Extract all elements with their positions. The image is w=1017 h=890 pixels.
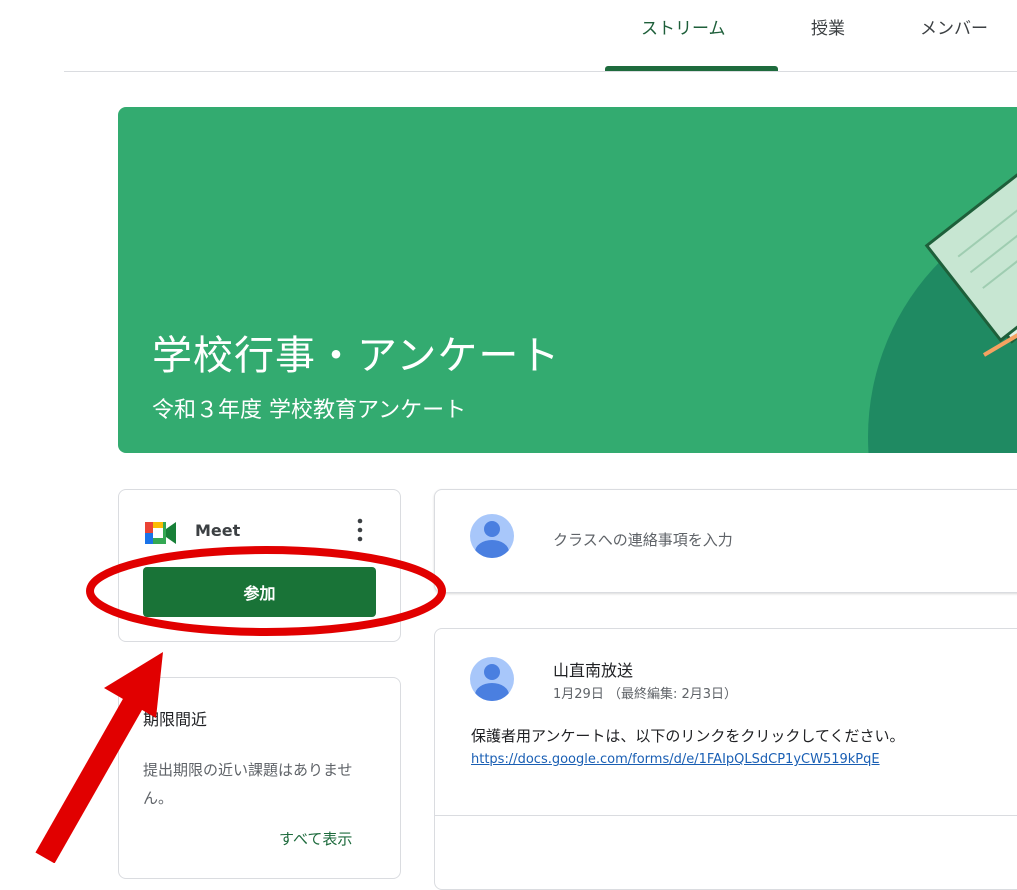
upcoming-title: 期限間近 bbox=[143, 710, 208, 729]
view-all-link[interactable]: すべて表示 bbox=[279, 828, 352, 849]
post-author: 山直南放送 bbox=[553, 661, 634, 680]
announce-placeholder[interactable]: クラスへの連絡事項を入力 bbox=[553, 529, 733, 550]
tab-classwork[interactable]: 授業 bbox=[811, 14, 845, 39]
class-subtitle: 令和３年度 学校教育アンケート bbox=[152, 398, 467, 423]
tab-stream[interactable]: ストリーム bbox=[641, 14, 726, 39]
google-meet-icon bbox=[145, 522, 176, 544]
tab-members[interactable]: メンバー bbox=[920, 14, 988, 39]
post-divider bbox=[435, 815, 1017, 816]
more-vert-icon[interactable] bbox=[354, 516, 366, 544]
post-body: 保護者用アンケートは、以下のリンクをクリックしてください。 bbox=[471, 727, 905, 745]
stream-post: 山直南放送 1月29日 （最終編集: 2月3日） 保護者用アンケートは、以下のリ… bbox=[434, 628, 1017, 890]
nav-divider bbox=[64, 71, 1017, 72]
avatar bbox=[470, 657, 514, 701]
avatar bbox=[470, 514, 514, 558]
upcoming-card: 期限間近 提出期限の近い課題はありません。 すべて表示 bbox=[118, 677, 401, 879]
meet-card: Meet 参加 bbox=[118, 489, 401, 642]
post-date: 1月29日 （最終編集: 2月3日） bbox=[553, 687, 737, 702]
top-nav: ストリーム 授業 メンバー bbox=[0, 0, 1017, 72]
class-banner: 学校行事・アンケート 令和３年度 学校教育アンケート bbox=[118, 107, 1017, 453]
class-title: 学校行事・アンケート bbox=[152, 333, 561, 379]
meet-label: Meet bbox=[195, 521, 241, 540]
meet-join-button[interactable]: 参加 bbox=[143, 567, 376, 617]
announce-box[interactable]: クラスへの連絡事項を入力 bbox=[434, 489, 1017, 593]
post-link[interactable]: https://docs.google.com/forms/d/e/1FAIpQ… bbox=[471, 752, 880, 767]
upcoming-empty-text: 提出期限の近い課題はありません。 bbox=[143, 761, 353, 807]
